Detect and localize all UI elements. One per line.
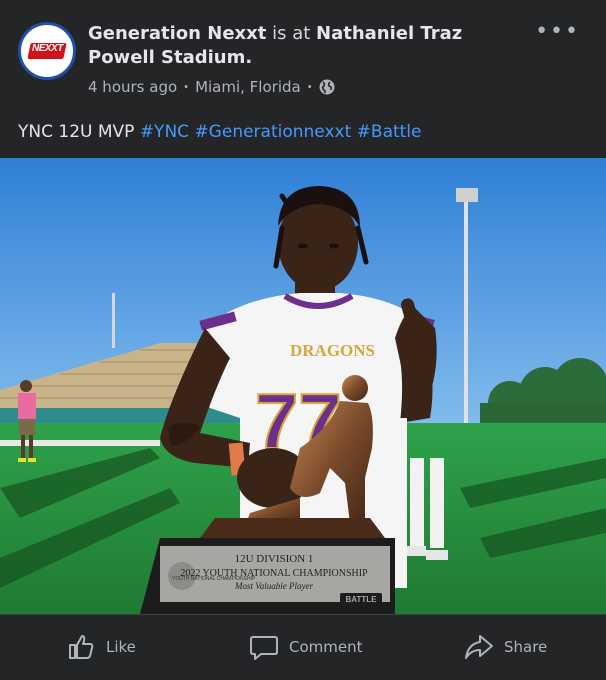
- timestamp[interactable]: 4 hours ago: [88, 78, 177, 96]
- avatar-logo-text: NEXXT: [32, 43, 63, 54]
- post-header: NEXXT Generation Nexxt is at Nathaniel T…: [0, 0, 606, 110]
- hashtag-ync[interactable]: #YNC: [140, 122, 189, 142]
- page-avatar[interactable]: NEXXT: [18, 22, 76, 80]
- meta-separator: •: [183, 81, 190, 93]
- trophy-brand: BATTLE: [346, 595, 378, 604]
- trophy-line-2: 2022 YOUTH NATIONAL CHAMPIONSHIP: [180, 568, 368, 579]
- light-pole-right: [464, 198, 468, 448]
- jersey-team: DRAGONS: [290, 341, 375, 360]
- author-name[interactable]: Generation Nexxt: [88, 23, 266, 44]
- share-icon: [465, 635, 493, 659]
- post-caption: YNC 12U MVP: [18, 122, 135, 142]
- post-meta: 4 hours ago • Miami, Florida •: [88, 78, 335, 96]
- photo-scene: 77 DRAGONS YOUTH NATIONAL CHAMPIONSHIP 1…: [0, 158, 606, 614]
- meta-separator: •: [306, 81, 313, 93]
- comment-button[interactable]: Comment: [249, 632, 363, 662]
- hashtag-battle[interactable]: #Battle: [357, 122, 422, 142]
- post-actions: Like Comment Share: [0, 614, 606, 680]
- thumbs-up-icon: [69, 635, 94, 659]
- hashtag-generationnexxt[interactable]: #Generationnexxt: [194, 122, 351, 142]
- post-photo[interactable]: 77 DRAGONS YOUTH NATIONAL CHAMPIONSHIP 1…: [0, 158, 606, 614]
- post-text: YNC 12U MVP #YNC #Generationnexxt #Battl…: [0, 110, 606, 158]
- comment-icon: [250, 636, 278, 660]
- trophy-line-3: Most Valuable Player: [234, 581, 313, 591]
- like-button[interactable]: Like: [66, 632, 136, 662]
- share-button[interactable]: Share: [464, 632, 547, 662]
- share-label: Share: [504, 638, 548, 656]
- more-options-icon[interactable]: •••: [535, 21, 580, 43]
- post-title: Generation Nexxt is at Nathaniel Traz Po…: [88, 22, 528, 70]
- light-pole-left: [112, 293, 115, 348]
- like-label: Like: [106, 638, 136, 656]
- connector-text: is at: [272, 23, 311, 44]
- trophy-line-1: 12U DIVISION 1: [235, 553, 314, 565]
- light-head-right: [456, 188, 478, 202]
- place-name[interactable]: Miami, Florida: [195, 78, 301, 96]
- globe-icon[interactable]: [319, 79, 335, 95]
- comment-label: Comment: [289, 638, 363, 656]
